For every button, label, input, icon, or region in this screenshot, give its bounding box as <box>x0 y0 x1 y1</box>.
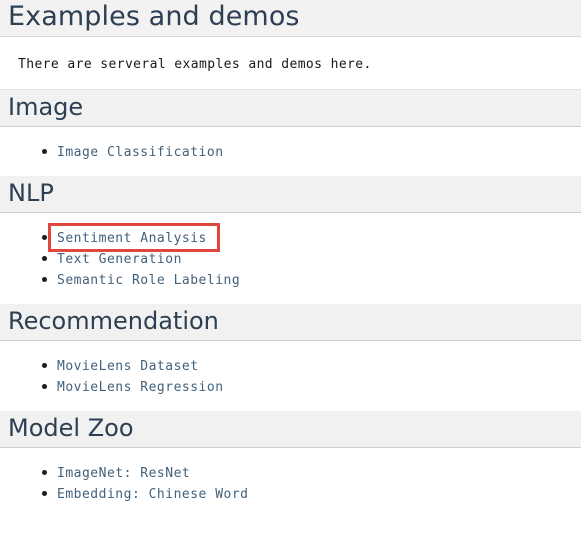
section-heading-band: Model Zoo <box>0 411 581 448</box>
section-heading: Recommendation <box>8 306 219 335</box>
bullet-icon <box>42 149 47 154</box>
page-root: Examples and demos There are serveral ex… <box>0 0 581 541</box>
demo-link[interactable]: Embedding: Chinese Word <box>57 487 249 502</box>
demo-link[interactable]: Semantic Role Labeling <box>57 273 240 288</box>
bullet-icon <box>42 277 47 282</box>
list-item[interactable]: Embedding: Chinese Word <box>0 483 581 504</box>
list-item[interactable]: ImageNet: ResNet <box>0 462 581 483</box>
bullet-icon <box>42 235 47 240</box>
demo-link-list: ImageNet: ResNet Embedding: Chinese Word <box>0 448 581 518</box>
bullet-icon <box>42 363 47 368</box>
section-heading-band: Image <box>0 90 581 127</box>
sections-container: Image Image Classification NLP Sentiment An… <box>0 90 581 518</box>
list-item[interactable]: Image Classification <box>0 141 581 162</box>
list-item[interactable]: MovieLens Dataset <box>0 355 581 376</box>
list-item[interactable]: Text Generation <box>0 248 581 269</box>
demo-link[interactable]: MovieLens Dataset <box>57 359 199 374</box>
section-heading: Model Zoo <box>8 413 134 442</box>
demo-link[interactable]: Text Generation <box>57 252 182 267</box>
demo-link-list: Sentiment Analysis Text Generation Semanti… <box>0 213 581 304</box>
section-heading-band: NLP <box>0 176 581 213</box>
list-item[interactable]: MovieLens Regression <box>0 376 581 397</box>
bullet-icon <box>42 491 47 496</box>
intro-paragraph: There are serveral examples and demos he… <box>18 57 372 72</box>
section-heading-band: Recommendation <box>0 304 581 341</box>
bullet-icon <box>42 470 47 475</box>
list-item[interactable]: Semantic Role Labeling <box>0 269 581 290</box>
intro-section: There are serveral examples and demos he… <box>0 37 581 90</box>
page-title-band: Examples and demos <box>0 0 581 37</box>
demo-link[interactable]: Sentiment Analysis <box>57 231 207 246</box>
bullet-icon <box>42 256 47 261</box>
demo-link-list: MovieLens Dataset MovieLens Regression <box>0 341 581 411</box>
page-title: Examples and demos <box>8 1 300 32</box>
demo-link[interactable]: Image Classification <box>57 145 224 160</box>
demo-link[interactable]: MovieLens Regression <box>57 380 224 395</box>
bullet-icon <box>42 384 47 389</box>
demo-link[interactable]: ImageNet: ResNet <box>57 466 190 481</box>
list-item[interactable]: Sentiment Analysis <box>0 223 581 252</box>
section-heading: Image <box>8 92 84 121</box>
demo-link-list: Image Classification <box>0 127 581 176</box>
section-heading: NLP <box>8 178 54 207</box>
